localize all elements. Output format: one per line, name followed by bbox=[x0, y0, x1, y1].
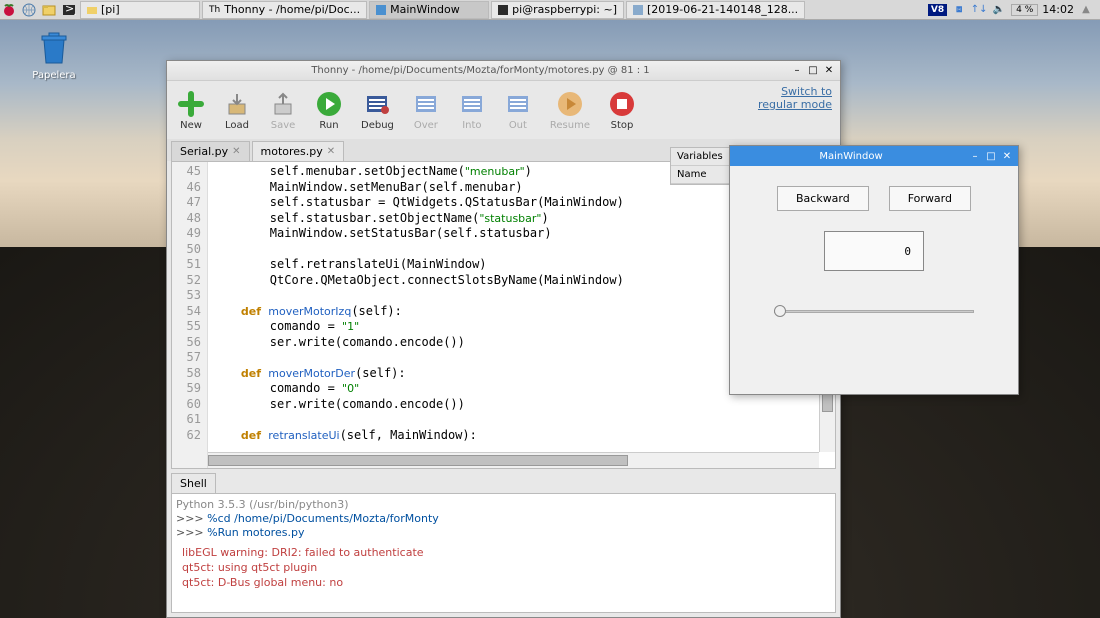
line-gutter: 45 46 47 48 49 50 51 52 53 54 55 56 57 5… bbox=[172, 162, 208, 468]
lcd-display: 0 bbox=[824, 231, 924, 271]
into-button[interactable]: Into bbox=[458, 90, 486, 131]
variables-col-name: Name bbox=[671, 166, 729, 184]
trash-label: Papelera bbox=[24, 70, 84, 81]
clock[interactable]: 14:02 bbox=[1042, 3, 1074, 16]
taskbar-label: [2019-06-21-140148_128... bbox=[647, 3, 798, 16]
switch-mode-link[interactable]: Switch toregular mode bbox=[758, 85, 832, 111]
shell-content[interactable]: Python 3.5.3 (/usr/bin/python3) >>> %cd … bbox=[171, 493, 836, 613]
qt-mainwindow: MainWindow – □ ✕ Backward Forward 0 bbox=[729, 145, 1019, 395]
toolbar: New Load Save Run Debug Over Into Out Re… bbox=[167, 81, 840, 139]
shell-panel: Shell Python 3.5.3 (/usr/bin/python3) >>… bbox=[171, 473, 836, 613]
new-button[interactable]: New bbox=[177, 90, 205, 131]
titlebar[interactable]: Thonny - /home/pi/Documents/Mozta/forMon… bbox=[167, 61, 840, 81]
minimize-button[interactable]: – bbox=[790, 64, 804, 78]
maximize-button[interactable]: □ bbox=[984, 149, 998, 163]
out-button[interactable]: Out bbox=[504, 90, 532, 131]
taskbar-item-image[interactable]: [2019-06-21-140148_128... bbox=[626, 1, 805, 19]
taskbar-label: [pi] bbox=[101, 3, 120, 16]
battery-indicator[interactable]: 4 % bbox=[1011, 4, 1038, 16]
volume-icon[interactable]: 🔈 bbox=[991, 2, 1007, 18]
close-tab-icon[interactable]: ✕ bbox=[327, 146, 335, 157]
variables-title: Variables bbox=[671, 148, 729, 166]
taskbar-label: MainWindow bbox=[390, 3, 460, 16]
taskbar-item-mainwindow[interactable]: MainWindow bbox=[369, 1, 489, 19]
close-tab-icon[interactable]: ✕ bbox=[232, 146, 240, 157]
vnc-badge[interactable]: V8 bbox=[928, 4, 947, 16]
over-button[interactable]: Over bbox=[412, 90, 440, 131]
taskbar-item-filemanager[interactable]: [pi] bbox=[80, 1, 200, 19]
variables-panel: Variables Name bbox=[670, 147, 730, 185]
scrollbar-horizontal[interactable] bbox=[208, 452, 819, 468]
run-button[interactable]: Run bbox=[315, 90, 343, 131]
taskbar-item-terminal[interactable]: pi@raspberrypi: ~] bbox=[491, 1, 624, 19]
qt-titlebar[interactable]: MainWindow – □ ✕ bbox=[730, 146, 1018, 166]
tab-serial[interactable]: Serial.py✕ bbox=[171, 141, 250, 161]
globe-icon[interactable] bbox=[20, 1, 38, 19]
eject-icon[interactable]: ▲ bbox=[1078, 2, 1094, 18]
minimize-button[interactable]: – bbox=[968, 149, 982, 163]
save-button[interactable]: Save bbox=[269, 90, 297, 131]
taskbar-item-thonny[interactable]: ThThonny - /home/pi/Doc... bbox=[202, 1, 367, 19]
taskbar-label: pi@raspberrypi: ~] bbox=[512, 3, 617, 16]
trash-icon[interactable]: Papelera bbox=[24, 28, 84, 81]
filemanager-icon[interactable] bbox=[40, 1, 58, 19]
svg-text:>_: >_ bbox=[65, 3, 76, 15]
qt-window-title: MainWindow bbox=[734, 151, 968, 162]
close-button[interactable]: ✕ bbox=[1000, 149, 1014, 163]
raspberry-menu-icon[interactable] bbox=[0, 1, 18, 19]
forward-button[interactable]: Forward bbox=[889, 186, 971, 211]
slider[interactable] bbox=[774, 301, 974, 321]
terminal-icon[interactable]: >_ bbox=[60, 1, 78, 19]
load-button[interactable]: Load bbox=[223, 90, 251, 131]
resume-button[interactable]: Resume bbox=[550, 90, 590, 131]
taskbar-label: Thonny - /home/pi/Doc... bbox=[224, 3, 360, 16]
slider-handle[interactable] bbox=[774, 305, 786, 317]
network-icon[interactable]: ↑↓ bbox=[971, 2, 987, 18]
close-button[interactable]: ✕ bbox=[822, 64, 836, 78]
debug-button[interactable]: Debug bbox=[361, 90, 394, 131]
maximize-button[interactable]: □ bbox=[806, 64, 820, 78]
backward-button[interactable]: Backward bbox=[777, 186, 869, 211]
tab-motores[interactable]: motores.py✕ bbox=[252, 141, 345, 161]
window-title: Thonny - /home/pi/Documents/Mozta/forMon… bbox=[171, 65, 790, 76]
taskbar: >_ [pi] ThThonny - /home/pi/Doc... MainW… bbox=[0, 0, 1100, 20]
shell-tab[interactable]: Shell bbox=[171, 473, 216, 493]
stop-button[interactable]: Stop bbox=[608, 90, 636, 131]
bluetooth-icon[interactable]: ⧈ bbox=[951, 2, 967, 18]
